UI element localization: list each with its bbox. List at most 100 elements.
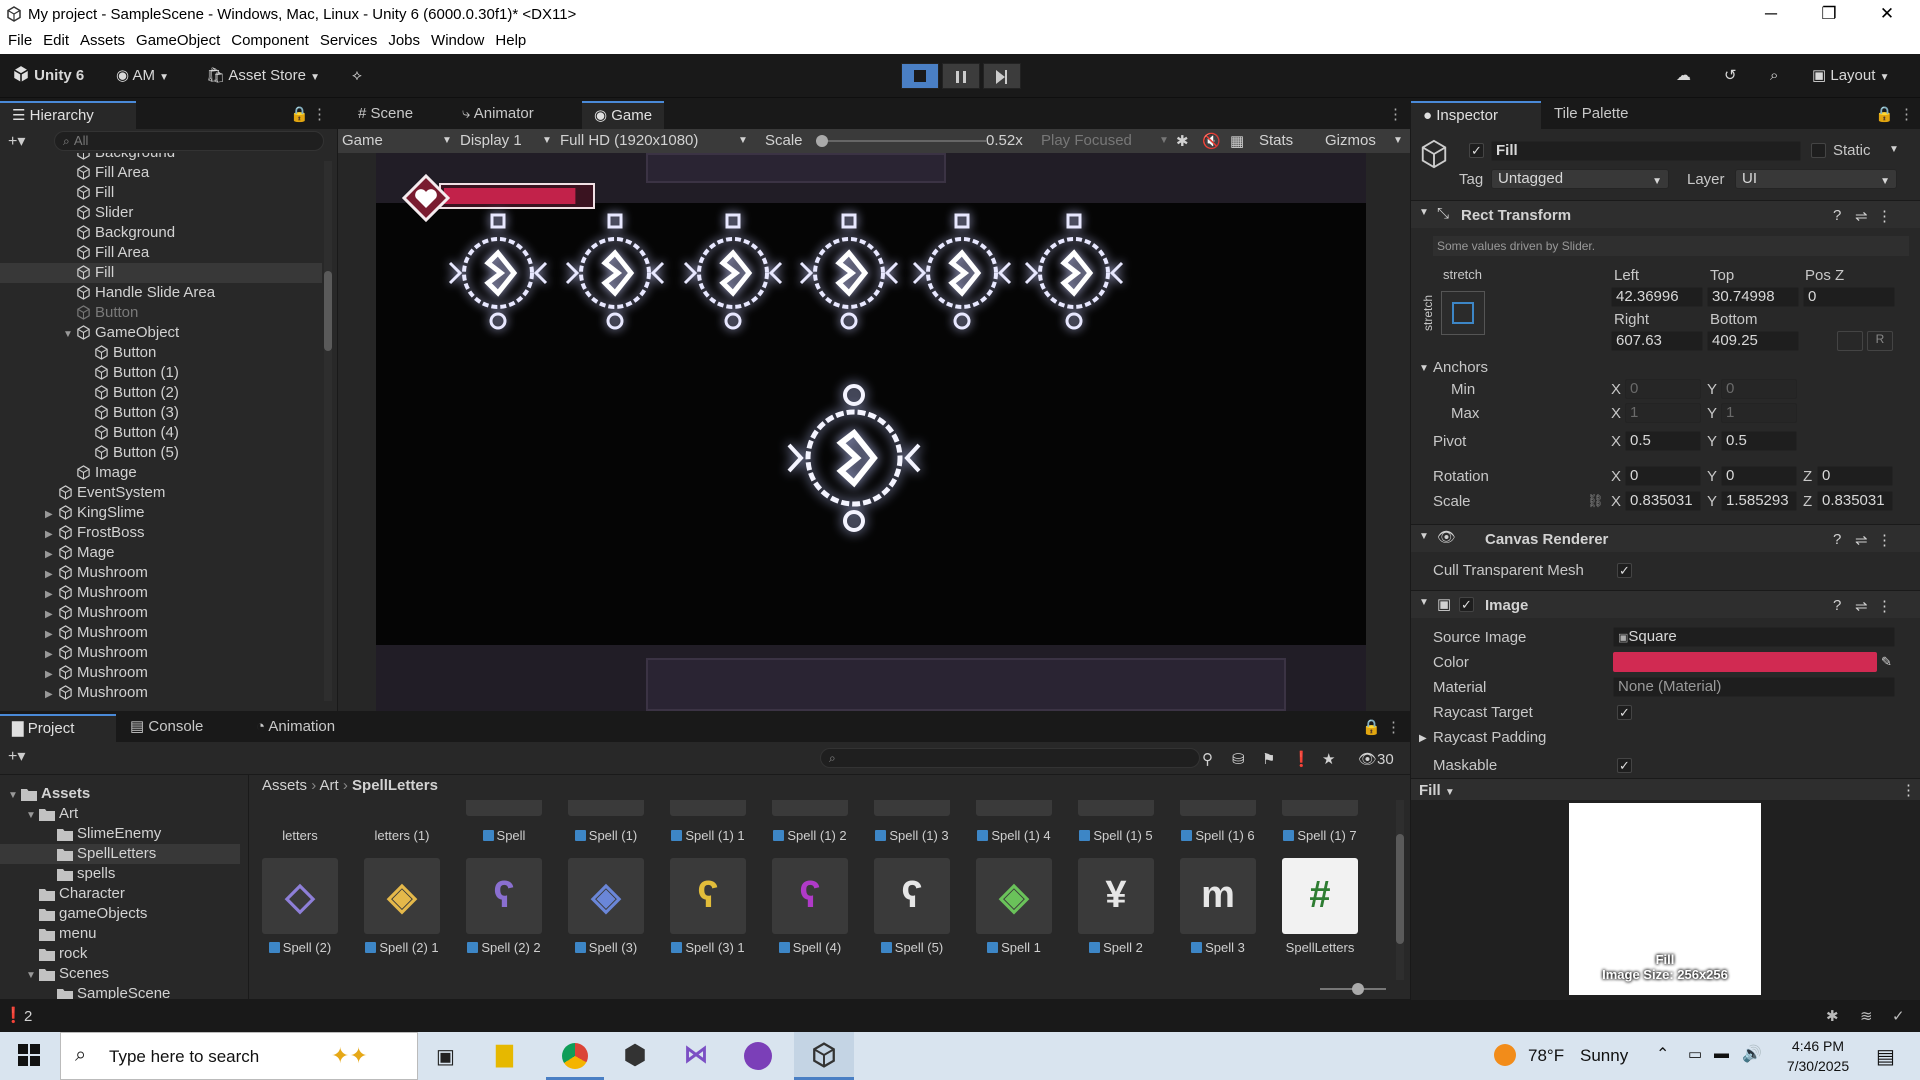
chrome-icon[interactable] bbox=[546, 1032, 604, 1080]
label-icon[interactable]: ⚑ bbox=[1262, 750, 1275, 768]
asset-store-dropdown[interactable]: 🛍 Asset Store ▼ bbox=[206, 64, 320, 88]
scale-z-field[interactable]: 0.835031 bbox=[1817, 491, 1893, 511]
bug-icon[interactable]: ✱ bbox=[1176, 132, 1189, 150]
add-icon[interactable]: +▾ bbox=[8, 131, 25, 151]
scale-slider-handle[interactable] bbox=[816, 135, 828, 147]
cloud-icon[interactable]: ☁ bbox=[1676, 64, 1691, 88]
lock-icon[interactable]: 🔒 bbox=[290, 105, 309, 123]
asset-item[interactable]: Spell (1) 6 bbox=[1178, 800, 1258, 843]
history-icon[interactable]: ↺ bbox=[1724, 64, 1737, 88]
raycast-target-checkbox[interactable]: ✓ bbox=[1617, 705, 1632, 720]
asset-item[interactable]: ◈ Spell 1 bbox=[974, 858, 1054, 955]
spell-rune-button[interactable] bbox=[681, 213, 785, 333]
filter-icon[interactable]: ⛁ bbox=[1232, 750, 1245, 768]
preset-icon[interactable]: ⇌ bbox=[1855, 207, 1868, 225]
spell-rune-button[interactable] bbox=[563, 213, 667, 333]
minimize-button[interactable]: ─ bbox=[1742, 0, 1800, 30]
search-icon[interactable]: ⌕ bbox=[1770, 64, 1778, 88]
hierarchy-item[interactable]: ▶ KingSlime bbox=[0, 503, 322, 523]
rect-transform-header[interactable]: ▼ ⤡ Rect Transform ? ⇌ ⋮ bbox=[1411, 200, 1920, 228]
expand-arrow-icon[interactable]: ▶ bbox=[45, 505, 55, 525]
link-icon[interactable]: ⛓ bbox=[1587, 493, 1604, 509]
raw-edit-button[interactable]: R bbox=[1867, 331, 1893, 351]
hierarchy-item[interactable]: ▶ FrostBoss bbox=[0, 523, 322, 543]
lock-icon[interactable]: 🔒 bbox=[1875, 105, 1894, 123]
asset-item[interactable]: letters (1) bbox=[362, 800, 442, 843]
tag-dropdown[interactable]: Untagged ▼ bbox=[1491, 169, 1669, 189]
tab-project[interactable]: ▇ Project bbox=[0, 714, 116, 742]
more-icon[interactable]: ⋮ bbox=[1877, 531, 1892, 549]
unity-hub-icon[interactable] bbox=[622, 1042, 648, 1068]
rotation-x-field[interactable]: 0 bbox=[1625, 466, 1701, 486]
spell-rune-button[interactable] bbox=[797, 213, 901, 333]
hierarchy-item[interactable]: ▶ Mushroom bbox=[0, 583, 322, 603]
stats-button[interactable]: Stats bbox=[1259, 132, 1293, 149]
image-enabled-checkbox[interactable]: ✓ bbox=[1459, 597, 1474, 612]
blueprint-mode-button[interactable] bbox=[1837, 331, 1863, 351]
play-focused-dropdown[interactable]: Play Focused ▼ bbox=[1041, 132, 1169, 149]
help-icon[interactable]: ? bbox=[1833, 597, 1841, 614]
menu-edit[interactable]: Edit bbox=[43, 30, 69, 52]
hierarchy-item[interactable]: Fill bbox=[0, 263, 322, 283]
asset-item[interactable]: ʕ Spell (3) 1 bbox=[668, 858, 748, 955]
menu-assets[interactable]: Assets bbox=[80, 30, 125, 52]
folder-item[interactable]: ▼ Assets bbox=[0, 784, 240, 804]
hierarchy-item[interactable]: ▶ Mage bbox=[0, 543, 322, 563]
help-icon[interactable]: ? bbox=[1833, 531, 1841, 548]
expand-arrow-icon[interactable]: ▶ bbox=[45, 525, 55, 545]
asset-item[interactable]: ʕ Spell (2) 2 bbox=[464, 858, 544, 955]
menu-help[interactable]: Help bbox=[495, 30, 526, 52]
expand-arrow-icon[interactable]: ▶ bbox=[45, 665, 55, 685]
star-icon[interactable]: ★ bbox=[1322, 750, 1335, 768]
asset-item[interactable]: Spell (1) bbox=[566, 800, 646, 843]
preset-icon[interactable]: ⇌ bbox=[1855, 597, 1868, 615]
notification-icon[interactable]: ▤ bbox=[1876, 1044, 1895, 1069]
tab-scene[interactable]: # Scene bbox=[346, 101, 425, 129]
clock[interactable]: 4:46 PM 7/30/2025 bbox=[1770, 1036, 1866, 1076]
pivot-x-field[interactable]: 0.5 bbox=[1625, 431, 1701, 451]
hierarchy-item[interactable]: Fill Area bbox=[0, 243, 322, 263]
taskbar-search-input[interactable]: ⌕ Type here to search ✦✦ bbox=[60, 1032, 418, 1080]
hierarchy-item[interactable]: Background bbox=[0, 223, 322, 243]
hierarchy-search-input[interactable]: ⌕ All bbox=[54, 131, 324, 151]
expand-arrow-icon[interactable]: ▶ bbox=[45, 685, 55, 705]
hierarchy-item[interactable]: Button bbox=[0, 303, 322, 323]
display-dropdown[interactable]: Display 1 ▼ bbox=[460, 132, 552, 149]
network-icon[interactable]: ▭ bbox=[1688, 1045, 1702, 1063]
hierarchy-item[interactable]: Handle Slide Area bbox=[0, 283, 322, 303]
task-view-icon[interactable]: ▣ bbox=[436, 1044, 455, 1069]
mute-icon[interactable]: 🔇 bbox=[1202, 132, 1221, 150]
anchors-collapse-icon[interactable]: ▼ bbox=[1419, 363, 1429, 374]
layout-dropdown[interactable]: ▣ Layout ▼ bbox=[1812, 64, 1889, 88]
breadcrumb-spellletters[interactable]: SpellLetters bbox=[352, 777, 438, 794]
asset-item[interactable]: ◈ Spell (2) 1 bbox=[362, 858, 442, 955]
more-icon[interactable]: ⋮ bbox=[1877, 597, 1892, 615]
more-icon[interactable]: ⋮ bbox=[1388, 105, 1403, 123]
asset-item[interactable]: ◈ Spell (3) bbox=[566, 858, 646, 955]
windows-start-icon[interactable] bbox=[18, 1044, 40, 1066]
asset-scrollbar[interactable] bbox=[1396, 800, 1404, 980]
account-dropdown[interactable]: ◉ AM ▼ bbox=[116, 64, 169, 88]
pause-button[interactable] bbox=[942, 63, 980, 89]
scale-x-field[interactable]: 0.835031 bbox=[1625, 491, 1701, 511]
close-button[interactable]: ✕ bbox=[1858, 0, 1916, 30]
hierarchy-item[interactable]: Background bbox=[0, 153, 322, 163]
asset-item[interactable]: # SpellLetters bbox=[1280, 858, 1360, 955]
spell-rune-button[interactable] bbox=[446, 213, 550, 333]
folder-item[interactable]: ▼ Scenes bbox=[0, 964, 240, 984]
hierarchy-item[interactable]: Button (4) bbox=[0, 423, 322, 443]
anchor-min-y-field[interactable]: 0 bbox=[1721, 379, 1797, 399]
unity-button[interactable]: Unity 6 bbox=[12, 64, 84, 88]
eyedropper-icon[interactable]: ✎ bbox=[1881, 654, 1892, 670]
menu-services[interactable]: Services bbox=[320, 30, 378, 52]
create-asset-icon[interactable]: +▾ bbox=[8, 746, 25, 766]
asset-item[interactable]: Spell (1) 4 bbox=[974, 800, 1054, 843]
hierarchy-item[interactable]: Button (5) bbox=[0, 443, 322, 463]
left-field[interactable]: 42.36996 bbox=[1611, 287, 1703, 307]
tab-inspector[interactable]: ● Inspector bbox=[1411, 101, 1541, 129]
folder-item[interactable]: menu bbox=[0, 924, 240, 944]
rotation-z-field[interactable]: 0 bbox=[1817, 466, 1893, 486]
game-viewport[interactable] bbox=[338, 153, 1410, 711]
asset-item[interactable]: m Spell 3 bbox=[1178, 858, 1258, 955]
expand-arrow-icon[interactable]: ▼ bbox=[26, 806, 36, 826]
